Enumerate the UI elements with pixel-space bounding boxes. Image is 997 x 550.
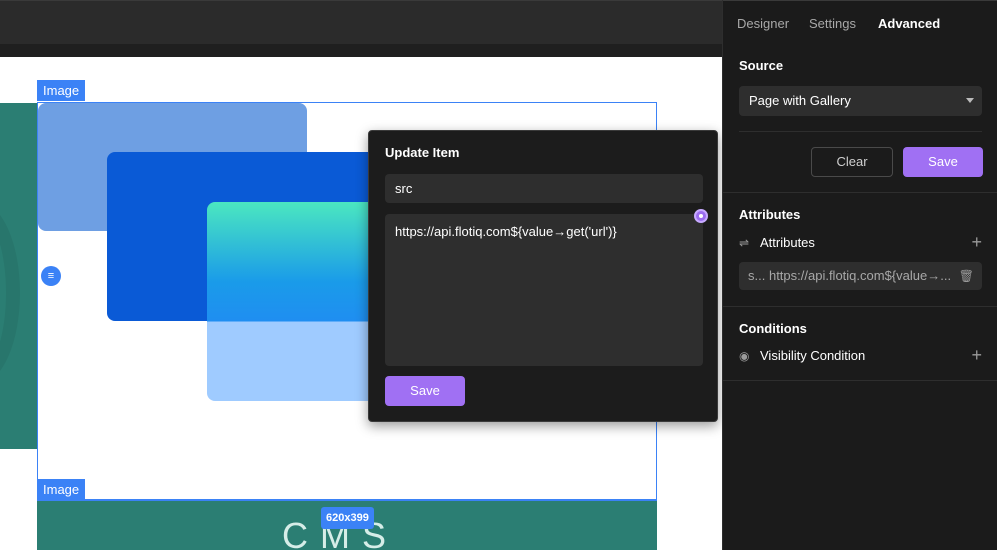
attribute-item-value: https://api.flotiq.com${value→... bbox=[768, 268, 952, 283]
popup-save-button[interactable]: Save bbox=[385, 376, 465, 406]
caret-down-icon bbox=[966, 98, 974, 103]
image-label-bottom[interactable]: Image bbox=[37, 479, 86, 500]
source-save-button[interactable]: Save bbox=[903, 147, 983, 177]
top-toolbar bbox=[0, 0, 722, 44]
source-title: Source bbox=[739, 58, 784, 73]
sliders-icon: ⇌ bbox=[739, 236, 750, 250]
tab-designer[interactable]: Designer bbox=[737, 16, 789, 31]
attribute-item-key: s... bbox=[748, 268, 766, 283]
decorative-arc bbox=[0, 203, 20, 383]
attribute-item[interactable]: s... https://api.flotiq.com${value→... 🗑 bbox=[739, 262, 982, 290]
visibility-condition-label: Visibility Condition bbox=[760, 348, 866, 363]
attributes-row: ⇌ Attributes + bbox=[739, 233, 982, 255]
dynamic-binding-icon[interactable] bbox=[694, 209, 708, 223]
divider bbox=[723, 306, 997, 307]
divider bbox=[723, 380, 997, 381]
attributes-row-label: Attributes bbox=[760, 235, 815, 250]
image-label-top[interactable]: Image bbox=[37, 80, 86, 101]
attribute-key-input[interactable]: src bbox=[385, 174, 703, 203]
add-attribute-plus-icon[interactable]: + bbox=[971, 233, 982, 251]
app-root: Image ≡ CMS Image 620x399 Update Item sr… bbox=[0, 0, 997, 550]
list-icon[interactable]: ≡ bbox=[41, 266, 61, 286]
update-item-popup: Update Item src https://api.flotiq.com${… bbox=[368, 130, 718, 422]
panel-tabs: Designer Settings Advanced bbox=[723, 0, 997, 44]
right-panel: Designer Settings Advanced Source Page w… bbox=[722, 0, 997, 550]
divider bbox=[723, 192, 997, 193]
clear-button[interactable]: Clear bbox=[811, 147, 893, 177]
add-condition-plus-icon[interactable]: + bbox=[971, 346, 982, 364]
source-select-value: Page with Gallery bbox=[749, 93, 851, 108]
trash-icon[interactable]: 🗑 bbox=[959, 262, 974, 290]
tab-advanced[interactable]: Advanced bbox=[878, 16, 940, 31]
visibility-condition-row: ◉ Visibility Condition + bbox=[739, 346, 982, 368]
size-badge: 620x399 bbox=[321, 507, 374, 529]
divider bbox=[739, 131, 982, 132]
source-select[interactable]: Page with Gallery bbox=[739, 86, 982, 116]
eye-icon: ◉ bbox=[739, 349, 750, 363]
attribute-value-textarea[interactable]: https://api.flotiq.com${value→get('url')… bbox=[385, 214, 703, 366]
green-image-left[interactable] bbox=[0, 103, 37, 449]
tab-settings[interactable]: Settings bbox=[809, 16, 856, 31]
popup-title: Update Item bbox=[385, 145, 460, 160]
sub-toolbar bbox=[0, 44, 722, 57]
attributes-title: Attributes bbox=[739, 207, 801, 222]
conditions-title: Conditions bbox=[739, 321, 807, 336]
